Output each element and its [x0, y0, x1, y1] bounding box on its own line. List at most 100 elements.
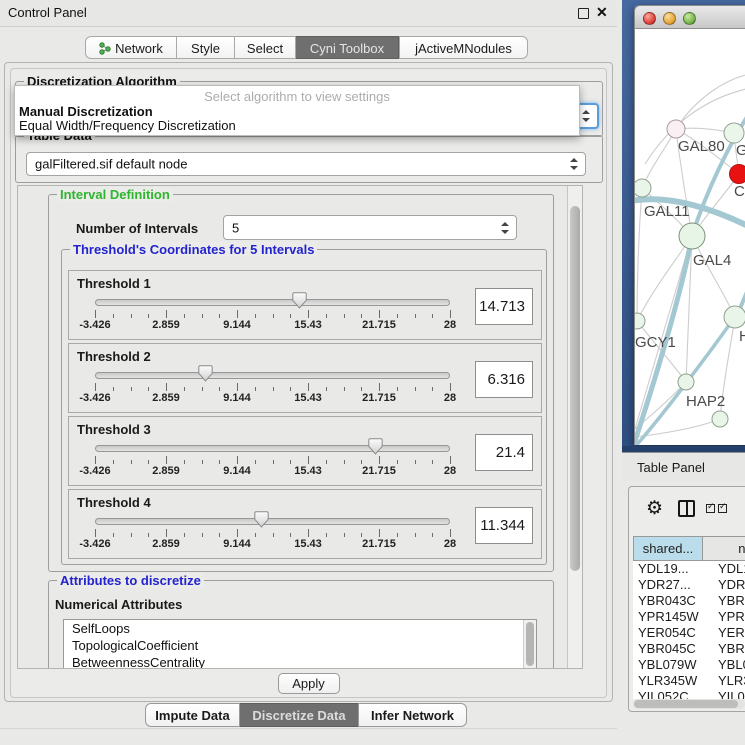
node-h[interactable]: [724, 306, 745, 328]
slider-track[interactable]: [95, 299, 450, 306]
app-root: Control Panel ✕ Network Style Select Cyn…: [0, 0, 745, 745]
node-gal11[interactable]: [635, 179, 651, 197]
svg-text:GAL11: GAL11: [644, 203, 690, 220]
table-panel-header: Table Panel: [622, 452, 745, 481]
table-row[interactable]: YER054CYER054C: [633, 625, 745, 641]
slider-thumb[interactable]: [368, 438, 383, 455]
list-scrollbar[interactable]: [523, 620, 536, 668]
column-header-name[interactable]: name: [703, 536, 745, 561]
tab-style[interactable]: Style: [177, 36, 235, 59]
threshold-value-field[interactable]: 6.316: [475, 361, 533, 398]
node-hap2[interactable]: [678, 374, 694, 390]
table-panel-title: Table Panel: [637, 460, 705, 475]
divider: [0, 728, 617, 729]
threshold-value-field[interactable]: 11.344: [475, 507, 533, 544]
stepper-arrows-icon: [582, 110, 590, 122]
minimize-traffic-light-icon[interactable]: [663, 12, 676, 25]
vertical-scrollbar[interactable]: [567, 186, 582, 668]
apply-button[interactable]: Apply: [278, 673, 340, 694]
node[interactable]: [712, 411, 728, 427]
tab-discretize-data[interactable]: Discretize Data: [240, 703, 358, 727]
close-icon[interactable]: ✕: [596, 4, 608, 21]
table-data-combobox[interactable]: galFiltered.sif default node: [26, 152, 586, 176]
checkbox-icon[interactable]: [706, 504, 715, 513]
scrollbar-thumb[interactable]: [570, 206, 580, 571]
tab-label: Network: [115, 41, 163, 56]
slider-thumb[interactable]: [198, 365, 213, 382]
table-row[interactable]: YPR145WYPR145W: [633, 609, 745, 625]
table-rows: YDL19...YDL19... YDR27...YDR27... YBR043…: [633, 561, 745, 699]
threshold-3-panel: Threshold 3 -3.426 2.859 9.144 15.43 21.…: [68, 416, 542, 486]
split-pane-icon[interactable]: [678, 500, 695, 517]
algorithm-dropdown-popup: Select algorithm to view settings Manual…: [14, 85, 580, 136]
table-row[interactable]: YDL19...YDL19...: [633, 561, 745, 577]
threshold-1-panel: Threshold 1 -3.426 2.859 9.144 15.43 21.…: [68, 270, 542, 340]
zoom-traffic-light-icon[interactable]: [683, 12, 696, 25]
cyni-inner-panel: Discretization Algorithm Select algorith…: [10, 68, 607, 698]
list-item[interactable]: TopologicalCoefficient: [64, 637, 536, 654]
threshold-value-field[interactable]: 14.713: [475, 288, 533, 325]
slider-track[interactable]: [95, 518, 450, 525]
list-item[interactable]: BetweennessCentrality: [64, 654, 536, 669]
list-item[interactable]: SelfLoops: [64, 620, 536, 637]
gear-icon[interactable]: ⚙: [646, 497, 663, 520]
tab-infer-network[interactable]: Infer Network: [358, 703, 467, 727]
group-title: Threshold's Coordinates for 5 Intervals: [70, 242, 317, 257]
tab-select[interactable]: Select: [235, 36, 296, 59]
svg-text:GAL4: GAL4: [693, 252, 731, 269]
slider-tick-labels: -3.426 2.859 9.144 15.43 21.715 28: [69, 319, 541, 331]
table-row[interactable]: YBR045CYBR045C: [633, 641, 745, 657]
stepper-arrows-icon: [570, 158, 578, 170]
table-row[interactable]: YBR043CYBR043C: [633, 593, 745, 609]
tab-jactivemnodules[interactable]: jActiveMNodules: [399, 36, 528, 59]
table-row[interactable]: YIL052CYIL052C: [633, 689, 745, 699]
slider-ticks: [69, 456, 541, 465]
table-row[interactable]: YDR27...YDR27...: [633, 577, 745, 593]
threshold-label: Threshold 1: [77, 276, 151, 291]
node-gcy1[interactable]: [635, 313, 645, 329]
slider-thumb[interactable]: [254, 511, 269, 528]
tab-impute-data[interactable]: Impute Data: [145, 703, 240, 727]
close-traffic-light-icon[interactable]: [643, 12, 656, 25]
slider-track[interactable]: [95, 445, 450, 452]
selected-table: galFiltered.sif default node: [35, 157, 187, 172]
tab-label: Discretize Data: [252, 708, 345, 723]
table-data-group: Table Data galFiltered.sif default node: [15, 135, 603, 183]
tab-cyni-toolbox[interactable]: Cyni Toolbox: [296, 36, 399, 59]
numerical-attributes-label: Numerical Attributes: [55, 597, 182, 612]
table-row[interactable]: YBL079WYBL079W: [633, 657, 745, 673]
scrollbar-thumb[interactable]: [634, 700, 738, 708]
slider-tick-labels: -3.426 2.859 9.144 15.43 21.715 28: [69, 465, 541, 477]
network-window: GAL80 GA C GAL11 GAL4 GCY1 H HAP2: [634, 5, 745, 445]
float-window-icon[interactable]: [578, 8, 589, 19]
stepper-arrows-icon: [501, 222, 509, 234]
thresholds-group: Threshold's Coordinates for 5 Intervals …: [61, 249, 547, 565]
svg-text:HAP2: HAP2: [686, 393, 725, 410]
threshold-2-panel: Threshold 2 -3.426 2.859 9.144 15.43 21.…: [68, 343, 542, 413]
network-window-titlebar[interactable]: [634, 5, 745, 29]
slider-ticks: [69, 310, 541, 319]
tab-network[interactable]: Network: [85, 36, 177, 59]
node-gal4[interactable]: [679, 223, 705, 249]
svg-text:H: H: [739, 328, 745, 345]
dropdown-option-manual[interactable]: Manual Discretization: [19, 104, 153, 119]
number-of-intervals-label: Number of Intervals: [76, 221, 198, 236]
slider-thumb[interactable]: [292, 292, 307, 309]
threshold-value-field[interactable]: 21.4: [475, 434, 533, 471]
node-gal80[interactable]: [667, 120, 685, 138]
control-panel-titlebar: Control Panel ✕: [0, 0, 617, 27]
table-row[interactable]: YLR345WYLR345W: [633, 673, 745, 689]
node-selected-red[interactable]: [730, 165, 745, 184]
column-header-shared-name[interactable]: shared...: [633, 536, 703, 561]
checkbox-icon[interactable]: [718, 504, 727, 513]
svg-text:GCY1: GCY1: [635, 334, 676, 351]
network-graph[interactable]: GAL80 GA C GAL11 GAL4 GCY1 H HAP2: [635, 29, 745, 445]
number-of-intervals-combobox[interactable]: 5: [223, 215, 517, 240]
slider-track[interactable]: [95, 372, 450, 379]
network-canvas[interactable]: GAL80 GA C GAL11 GAL4 GCY1 H HAP2: [634, 29, 745, 445]
horizontal-scrollbar[interactable]: [633, 699, 745, 709]
dropdown-option-equal-width[interactable]: Equal Width/Frequency Discretization: [19, 118, 236, 133]
threshold-label: Threshold 2: [77, 349, 151, 364]
node[interactable]: [724, 123, 744, 143]
slider-tick-labels: -3.426 2.859 9.144 15.43 21.715 28: [69, 538, 541, 550]
